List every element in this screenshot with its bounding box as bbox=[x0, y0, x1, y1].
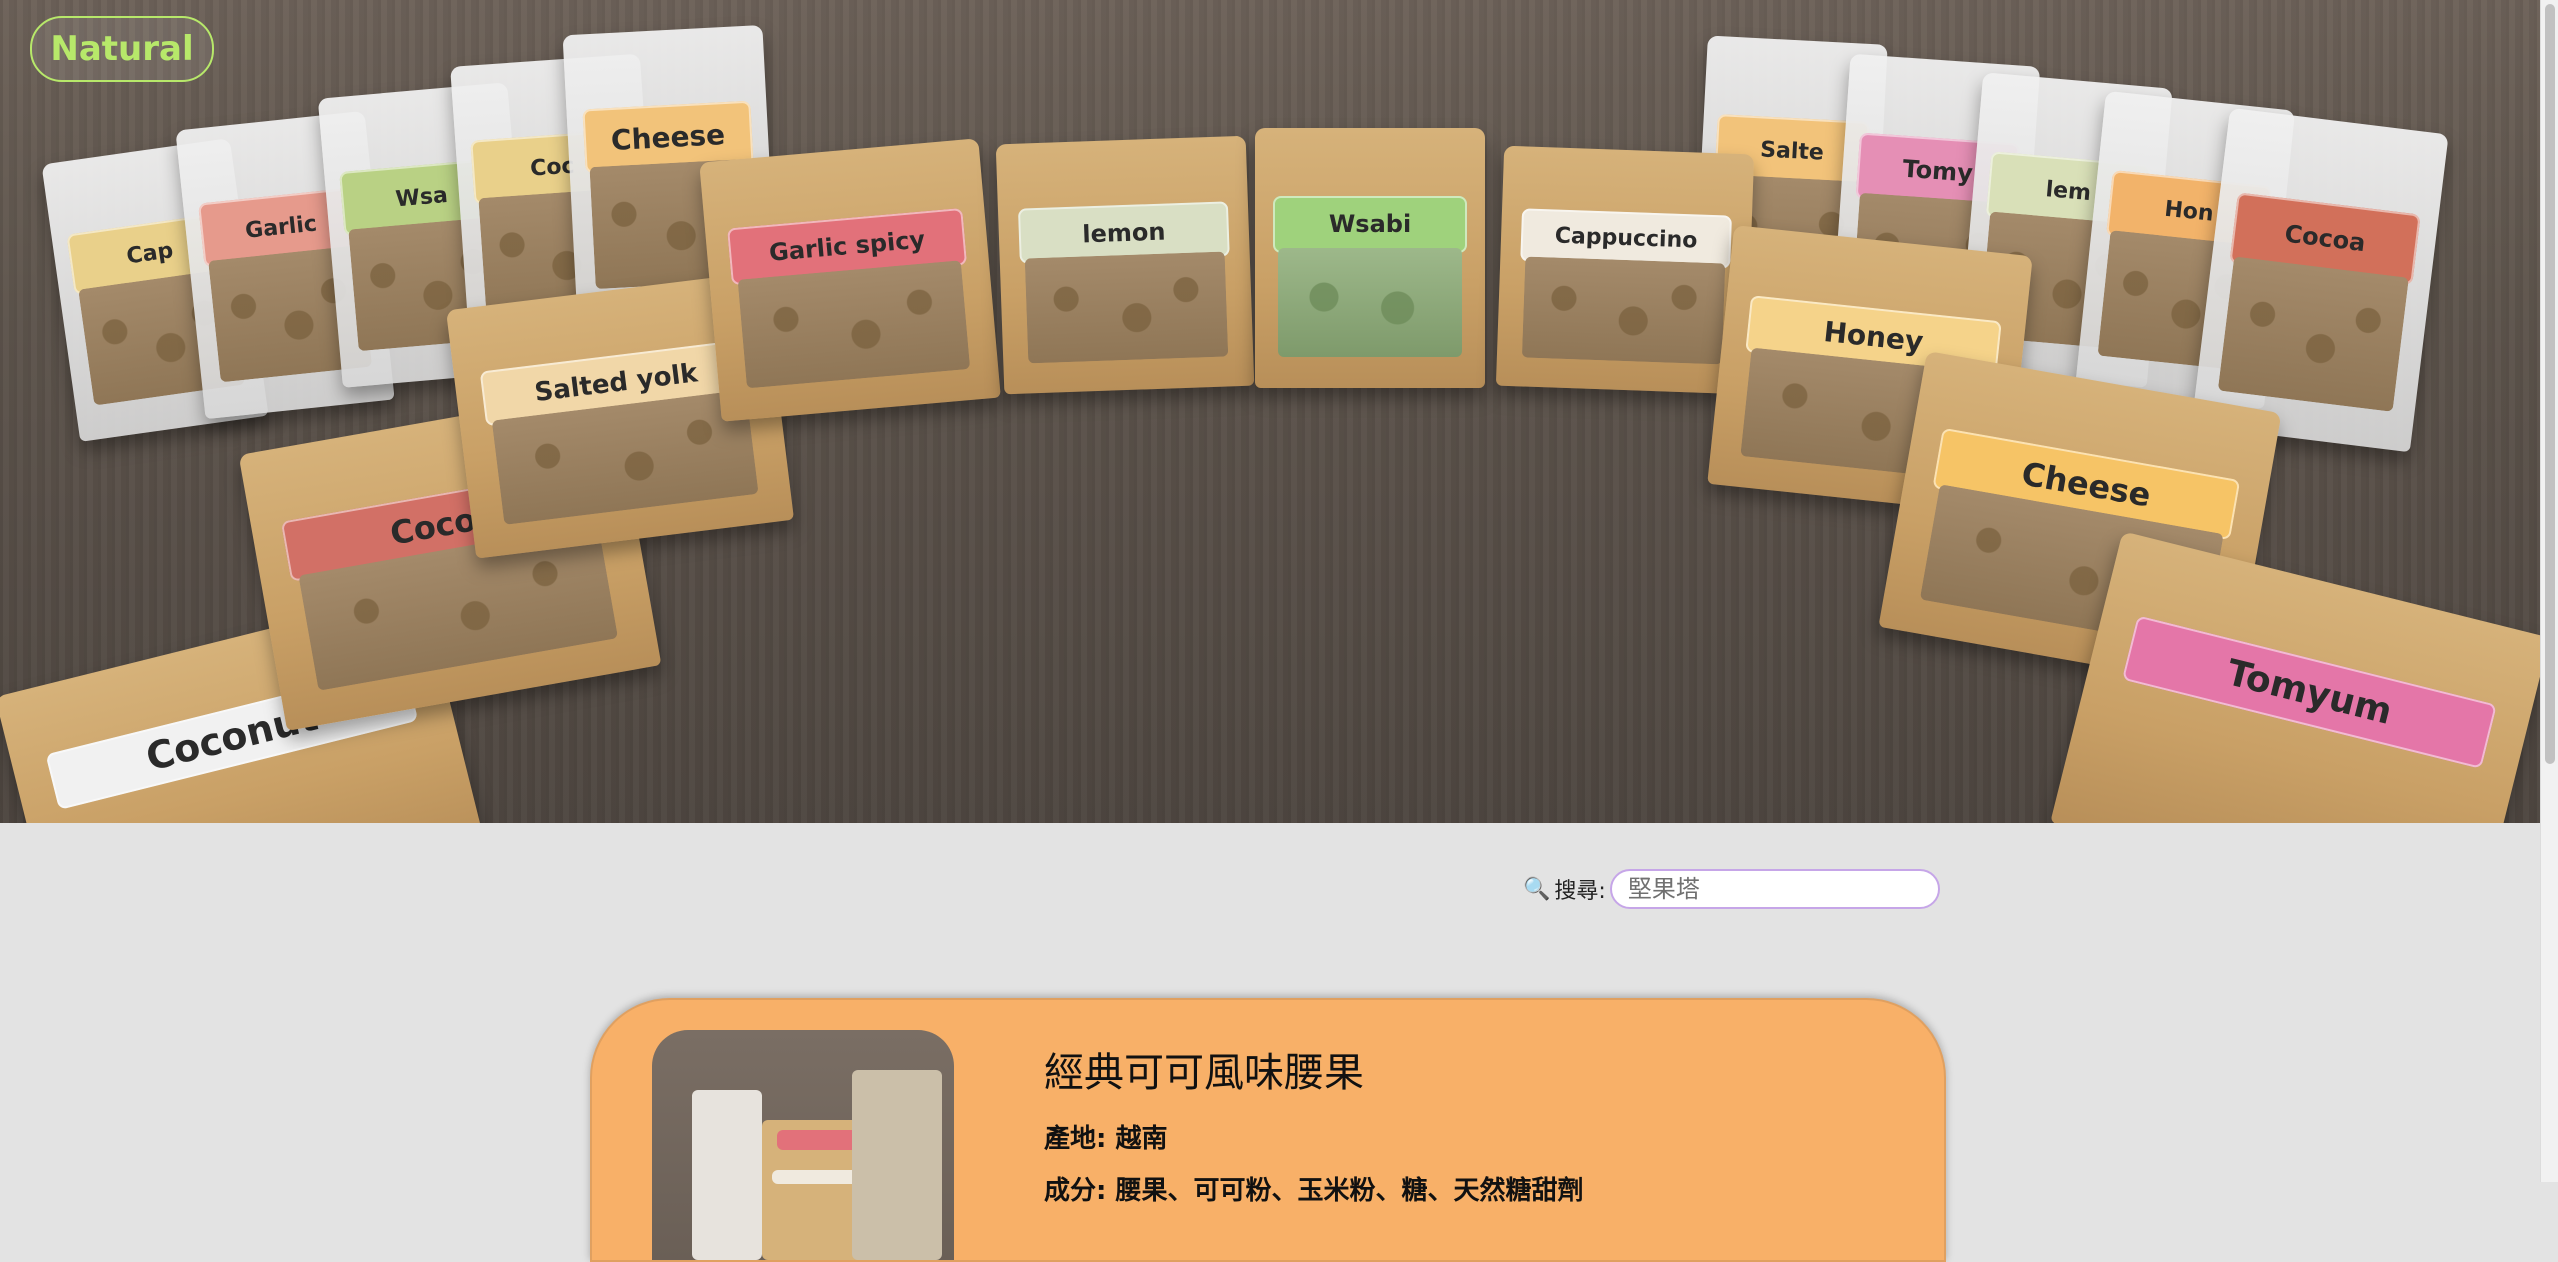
front-bag: lemon bbox=[995, 135, 1255, 395]
product-image bbox=[652, 1030, 954, 1260]
search-bar: 🔍 搜尋: bbox=[1523, 867, 1940, 911]
bag-window bbox=[1521, 256, 1726, 365]
bag-label: Tomyum bbox=[2122, 615, 2497, 769]
front-bag: Tomyum bbox=[2050, 531, 2540, 823]
bag-label: Wsabi bbox=[1273, 195, 1467, 253]
front-bag: Wsabi bbox=[1255, 128, 1485, 388]
front-bag: Cappuccino bbox=[1495, 145, 1755, 395]
search-label: 搜尋: bbox=[1554, 879, 1606, 904]
search-input[interactable] bbox=[1609, 869, 1940, 909]
product-ingredients: 成分: 腰果、可可粉、玉米粉、糖、天然糖甜劑 bbox=[1044, 1176, 1584, 1206]
product-origin: 產地: 越南 bbox=[1044, 1124, 1168, 1154]
front-bag: Garlic spicy bbox=[699, 138, 1001, 422]
bag-window bbox=[2217, 256, 2409, 412]
scrollbar-thumb[interactable] bbox=[2545, 4, 2555, 764]
brand-logo[interactable]: Natural bbox=[30, 16, 214, 82]
magnifier-icon: 🔍 bbox=[1523, 876, 1551, 902]
back-bag: Cocoa bbox=[2191, 107, 2449, 453]
page-scrollbar[interactable] bbox=[2540, 0, 2558, 1182]
bag-window bbox=[1024, 251, 1229, 364]
product-card[interactable]: 經典可可風味腰果 產地: 越南 成分: 腰果、可可粉、玉米粉、糖、天然糖甜劑 bbox=[590, 998, 1946, 1262]
hero-banner: Cap Garlic Wsa Coc Cheese Salte Tomy lem… bbox=[0, 0, 2540, 823]
product-title: 經典可可風味腰果 bbox=[1044, 1050, 1364, 1096]
bag-window bbox=[737, 259, 971, 389]
bag-window bbox=[1278, 247, 1462, 357]
